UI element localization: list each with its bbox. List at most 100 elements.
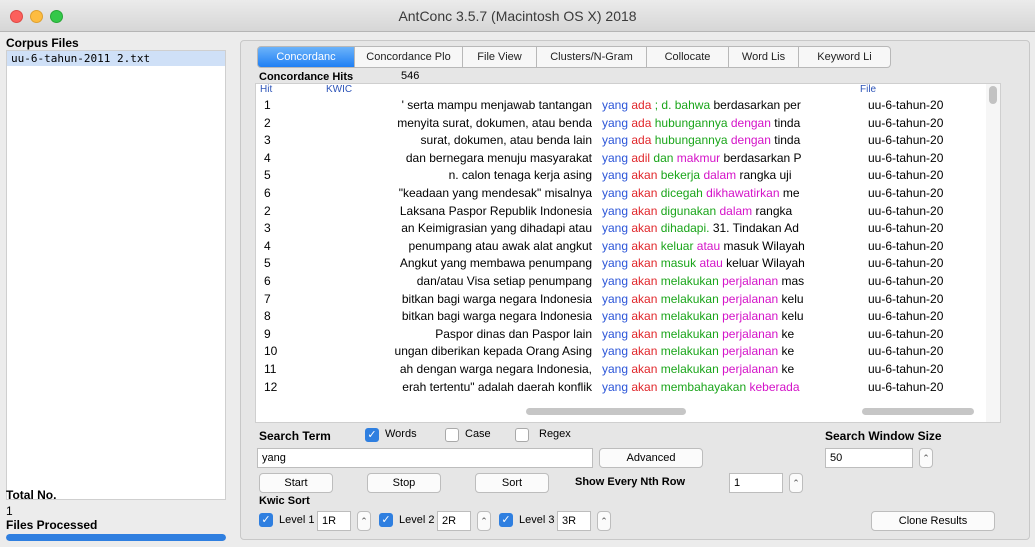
keyword-context: yang akan dihadapi. 31. Tindakan Ad [602,221,858,235]
concordance-results[interactable]: Hit KWIC File 1 ' serta mampu menjawab ta… [255,83,1001,423]
tab-word-list[interactable]: Word Lis [729,46,799,68]
right-word-2: melakukan [660,344,719,359]
concordance-row[interactable]: 10 ungan diberikan kepada Orang Asing yang… [256,344,984,361]
right-word-1: akan [631,256,658,271]
right-word-1: akan [631,238,658,253]
tab-keyword-list[interactable]: Keyword Li [799,46,891,68]
nth-row-input[interactable]: 1 [729,473,783,493]
clone-results-button[interactable]: Clone Results [871,511,995,531]
file-name: uu-6-tahun-20 [868,168,944,183]
concordance-row[interactable]: 2 Laksana Paspor Republik Indonesia yang a… [256,204,984,221]
left-context: penumpang atau awak alat angkut [316,239,592,253]
file-name: uu-6-tahun-20 [868,344,944,359]
level1-stepper[interactable]: ⌃ [357,511,371,531]
left-context-text: dan/atau Visa setiap penumpang [416,274,592,288]
column-header-hit[interactable]: Hit [260,84,272,95]
concordance-row[interactable]: 6 "keadaan yang mendesak" misalnya yang ak… [256,186,984,203]
right-word-2: melakukan [660,326,719,341]
concordance-row[interactable]: 5 Angkut yang membawa penumpang yang akan … [256,256,984,273]
search-keyword: yang [602,115,629,130]
level2-input[interactable]: 2R [437,511,471,531]
kwic-horizontal-scrollbar[interactable] [526,408,686,415]
results-vertical-scrollbar[interactable] [986,84,1000,422]
nth-row-stepper[interactable]: ⌃ [789,473,803,493]
search-term-input[interactable]: yang [257,448,593,468]
tab-concordance-plot[interactable]: Concordance Plo [355,46,463,68]
level2-stepper[interactable]: ⌃ [477,511,491,531]
left-context: ah dengan warga negara Indonesia, [316,362,592,376]
concordance-row[interactable]: 7 bitkan bagi warga negara Indonesia yang … [256,292,984,309]
concordance-row[interactable]: 5 n. calon tenaga kerja asing yang akan be… [256,168,984,185]
concordance-row[interactable]: 6 dan/atau Visa setiap penumpang yang akan… [256,274,984,291]
tab-collocates[interactable]: Collocate [647,46,729,68]
sort-button[interactable]: Sort [475,473,549,493]
tab-file-view[interactable]: File View [463,46,537,68]
corpus-file-item[interactable]: uu-6-tahun-2011 2.txt [7,51,225,66]
level3-checkbox[interactable]: ✓ [499,513,513,527]
start-button[interactable]: Start [259,473,333,493]
level2-checkbox[interactable]: ✓ [379,513,393,527]
left-context-text: an Keimigrasian yang dihadapi atau [401,221,592,236]
concordance-row[interactable]: 3 surat, dokumen, atau benda lain yang ada… [256,133,984,150]
stop-button[interactable]: Stop [367,473,441,493]
left-context: erah tertentu" adalah daerah konflik [316,380,592,394]
kwic-sort-label: Kwic Sort [259,495,310,507]
left-context-text: menyita surat, dokumen, atau benda [397,115,592,130]
column-header-kwic[interactable]: KWIC [326,84,352,95]
concordance-row[interactable]: 1 ' serta mampu menjawab tantangan yang ad… [256,98,984,115]
tool-tabs: Concordanc Concordance Plo File View Clu… [257,46,891,68]
left-context: dan/atau Visa setiap penumpang [316,274,592,288]
left-context-text: surat, dokumen, atau benda lain [420,133,592,148]
left-context: bitkan bagi warga negara Indonesia [316,309,592,323]
search-keyword: yang [602,221,629,236]
right-word-2: bekerja [660,168,701,183]
right-word-3: perjalanan [722,362,779,376]
regex-label: Regex [539,428,571,440]
right-word-3: atau [699,256,723,271]
file-horizontal-scrollbar[interactable] [862,408,974,415]
keyword-context: yang akan melakukan perjalanan ke [602,362,858,376]
concordance-row[interactable]: 11 ah dengan warga negara Indonesia, yang … [256,362,984,379]
concordance-row[interactable]: 3 an Keimigrasian yang dihadapi atau yang … [256,221,984,238]
concordance-row[interactable]: 4 penumpang atau awak alat angkut yang aka… [256,239,984,256]
words-checkbox[interactable]: ✓ [365,428,379,442]
right-word-1: akan [631,203,658,218]
hit-number: 5 [264,168,271,183]
scrollbar-thumb[interactable] [989,86,997,104]
concordance-row[interactable]: 12 erah tertentu" adalah daerah konflik ya… [256,380,984,397]
search-keyword: yang [602,326,629,341]
concordance-row[interactable]: 4 dan bernegara menuju masyarakat yang adi… [256,151,984,168]
left-context: menyita surat, dokumen, atau benda [316,116,592,130]
tab-clusters-ngrams[interactable]: Clusters/N-Gram [537,46,647,68]
right-word-1: ada [631,115,652,130]
column-header-file[interactable]: File [860,84,876,95]
right-word-1: akan [631,168,658,183]
left-context-text: ah dengan warga negara Indonesia, [399,362,592,376]
level1-input[interactable]: 1R [317,511,351,531]
right-word-3: dalam [703,168,737,183]
right-word-1: ada [631,98,652,112]
right-word-2: dihadapi. [660,221,710,236]
search-window-size-input[interactable]: 50 [825,448,913,468]
tab-concordance[interactable]: Concordanc [257,46,355,68]
right-word-3: dengan [730,133,771,148]
concordance-row[interactable]: 2 menyita surat, dokumen, atau benda yang … [256,116,984,133]
level1-checkbox[interactable]: ✓ [259,513,273,527]
hit-number: 8 [264,309,271,324]
concordance-row[interactable]: 9 Paspor dinas dan Paspor lain yang akan m… [256,327,984,344]
hit-number: 12 [264,379,278,394]
case-checkbox[interactable] [445,428,459,442]
concordance-row[interactable]: 8 bitkan bagi warga negara Indonesia yang … [256,309,984,326]
right-word-1: ada [631,133,652,148]
right-context-rest: berdasarkan per [713,98,801,112]
window-size-stepper[interactable]: ⌃ [919,448,933,468]
advanced-button[interactable]: Advanced [599,448,703,468]
level3-input[interactable]: 3R [557,511,591,531]
keyword-context: yang akan digunakan dalam rangka [602,204,858,218]
level3-stepper[interactable]: ⌃ [597,511,611,531]
files-processed-label: Files Processed [6,518,98,532]
regex-checkbox[interactable] [515,428,529,442]
corpus-file-list[interactable]: uu-6-tahun-2011 2.txt [6,50,226,500]
right-context-rest: rangka uji [739,168,792,183]
right-context-rest: mas [781,274,805,288]
